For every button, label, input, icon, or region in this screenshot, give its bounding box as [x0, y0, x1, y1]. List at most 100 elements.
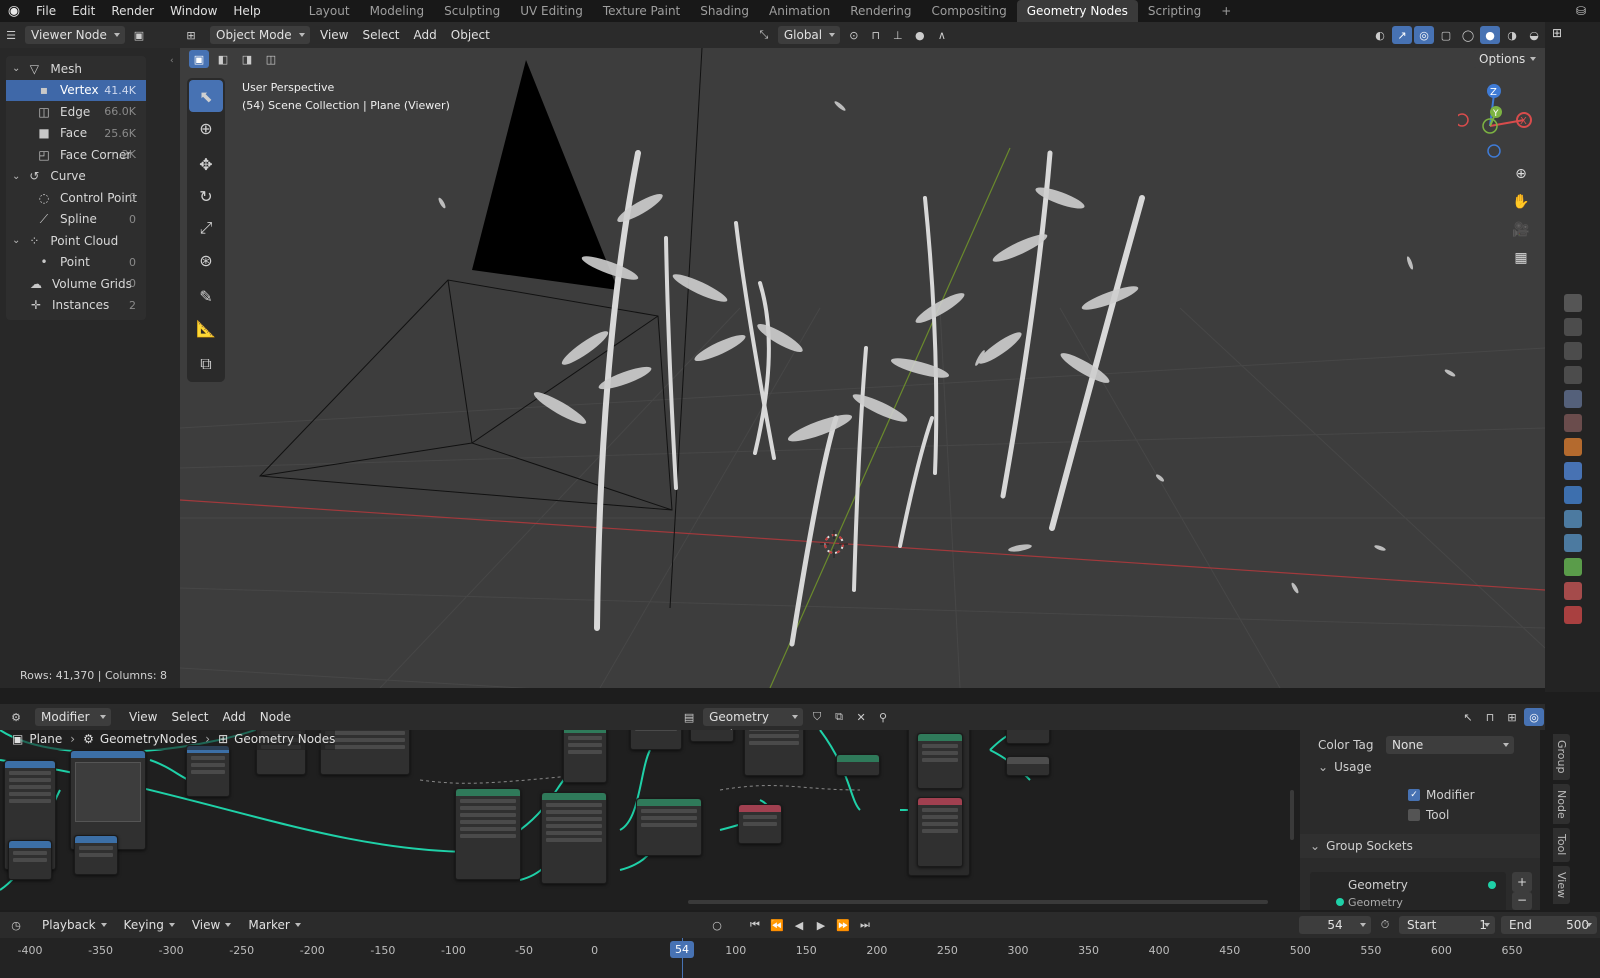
3d-viewport[interactable]: User Perspective (54) Scene Collection |…	[180, 48, 1545, 688]
node-viewer[interactable]	[1006, 730, 1050, 744]
fake-user-icon[interactable]: ⛉	[807, 708, 827, 726]
tab-scripting[interactable]: Scripting	[1138, 0, 1211, 22]
node-random-number-1[interactable]	[455, 788, 521, 880]
jump-keyframe-forward-icon[interactable]: ⏩	[833, 916, 853, 934]
jump-end-icon[interactable]: ⏭	[855, 916, 875, 934]
move-tool-icon[interactable]: ✥	[189, 148, 223, 180]
data-set-curve[interactable]: ⌄ ↺ Curve	[6, 166, 146, 188]
node-group-output[interactable]	[1006, 756, 1050, 776]
rotate-tool-icon[interactable]: ↻	[189, 180, 223, 212]
socket-item[interactable]: Geometry	[1310, 896, 1506, 909]
viewport-editor-type-icon[interactable]: ⊞	[181, 26, 201, 44]
node-leaf-number[interactable]	[636, 798, 702, 856]
node-join-geometry[interactable]	[836, 754, 880, 776]
wireframe-shading-icon[interactable]: ◯	[1458, 26, 1478, 44]
modifier-properties-icon[interactable]	[1563, 462, 1582, 480]
visibility-icon[interactable]: ◐	[1370, 26, 1390, 44]
menu-file[interactable]: File	[28, 0, 64, 22]
select-subtract-icon[interactable]: ◨	[237, 50, 257, 68]
falloff-icon[interactable]: ∧	[932, 26, 952, 44]
node-overlay-icon[interactable]: ◎	[1524, 708, 1544, 726]
select-invert-icon[interactable]: ◫	[261, 50, 281, 68]
menu-view[interactable]: View	[313, 28, 355, 42]
tool-properties-icon[interactable]	[1563, 294, 1582, 312]
annotate-tool-icon[interactable]: ✎	[189, 280, 223, 312]
texture-properties-icon[interactable]	[1563, 606, 1582, 624]
menu-edit[interactable]: Edit	[64, 0, 103, 22]
scene-properties-icon[interactable]	[1563, 390, 1582, 408]
node-tree-browse-icon[interactable]: ▤	[679, 708, 699, 726]
vertical-scrollbar[interactable]	[1290, 790, 1294, 840]
select-new-icon[interactable]: ▣	[189, 50, 209, 68]
menu-marker[interactable]: Marker	[242, 916, 305, 934]
node-tree-name-field[interactable]: Geometry Nodes	[703, 708, 804, 742]
tab-sculpting[interactable]: Sculpting	[434, 0, 510, 22]
data-set-mesh[interactable]: ⌄ ▽ Mesh	[6, 58, 146, 80]
pin-icon[interactable]: ⚲	[873, 708, 893, 726]
menu-keying[interactable]: Keying	[118, 916, 180, 934]
tab-animation[interactable]: Animation	[759, 0, 840, 22]
socket-item[interactable]: Geometry	[1310, 874, 1506, 896]
tab-modeling[interactable]: Modeling	[360, 0, 435, 22]
object-mode-dropdown[interactable]: Object Mode	[210, 26, 310, 44]
node-multiply[interactable]	[186, 745, 230, 797]
node-multiply-2[interactable]	[74, 835, 118, 875]
expand-chevron-icon[interactable]: ⌄	[12, 63, 20, 74]
snap-icon[interactable]: ⊓	[866, 26, 886, 44]
add-cube-tool-icon[interactable]: ⧉	[189, 348, 223, 380]
xray-icon[interactable]: ▢	[1436, 26, 1456, 44]
data-properties-icon[interactable]	[1563, 558, 1582, 576]
data-set-volume-grids[interactable]: ☁ Volume Grids 0	[6, 273, 146, 295]
constraints-properties-icon[interactable]	[1563, 534, 1582, 552]
timeline-ruler[interactable]: -400 -350 -300 -250 -200 -150 -100 -50 0 100 150 20…	[0, 938, 1600, 978]
jump-start-icon[interactable]: ⏮	[745, 916, 765, 934]
duplicate-tree-icon[interactable]: ⧉	[829, 708, 849, 726]
orientation-dropdown[interactable]: Global	[777, 26, 840, 44]
overlay-toggle-icon[interactable]: ◎	[1414, 26, 1434, 44]
unlink-tree-icon[interactable]: ✕	[851, 708, 871, 726]
group-sockets-header[interactable]: ⌄ Group Sockets	[1300, 834, 1540, 858]
node-random-number-2[interactable]	[541, 792, 607, 884]
jump-keyframe-back-icon[interactable]: ⏪	[767, 916, 787, 934]
node-editor-canvas[interactable]: ▣ Plane › ⚙ GeometryNodes › ⊞ Geometry N…	[0, 730, 1300, 910]
playhead[interactable]: 54	[670, 941, 694, 958]
scale-tool-icon[interactable]: ⤢	[189, 212, 223, 244]
node-set-material[interactable]	[744, 730, 804, 776]
data-set-control-point[interactable]: ◌ Control Point 0	[6, 187, 146, 209]
node-object-info[interactable]	[917, 797, 963, 867]
menu-node[interactable]: Node	[253, 710, 298, 724]
sidebar-tab-group[interactable]: Group	[1553, 734, 1570, 780]
node-random-value-3[interactable]	[738, 804, 782, 844]
measure-tool-icon[interactable]: 📐	[189, 312, 223, 344]
editor-type-icon[interactable]: ☰	[1, 26, 21, 44]
color-tag-dropdown[interactable]: None	[1386, 736, 1514, 754]
start-frame-field[interactable]: Start 1	[1399, 916, 1495, 934]
properties-editor-type-icon[interactable]: ⊞	[1552, 26, 1562, 40]
tab-shading[interactable]: Shading	[690, 0, 759, 22]
menu-select[interactable]: Select	[164, 710, 215, 724]
node-set-position[interactable]	[630, 730, 682, 750]
options-dropdown[interactable]: Options	[1473, 50, 1541, 68]
tab-layout[interactable]: Layout	[299, 0, 360, 22]
object-properties-icon[interactable]	[1563, 438, 1582, 456]
menu-view[interactable]: View	[122, 710, 164, 724]
node-store-attribute-1[interactable]	[563, 730, 607, 783]
add-workspace-button[interactable]: +	[1211, 0, 1241, 22]
breadcrumb-object[interactable]: Plane	[29, 732, 62, 746]
menu-object[interactable]: Object	[444, 28, 497, 42]
transform-tool-icon[interactable]: ⊛	[189, 244, 223, 276]
play-icon[interactable]: ▶	[811, 916, 831, 934]
menu-add[interactable]: Add	[216, 710, 253, 724]
data-set-point-cloud[interactable]: ⌄ ⁘ Point Cloud	[6, 230, 146, 252]
menu-add[interactable]: Add	[407, 28, 444, 42]
menu-select[interactable]: Select	[355, 28, 406, 42]
cursor-tool-icon[interactable]: ⊕	[189, 112, 223, 144]
tab-texture-paint[interactable]: Texture Paint	[593, 0, 690, 22]
gizmo-toggle-icon[interactable]: ↗	[1392, 26, 1412, 44]
ortho-grid-icon[interactable]: ▦	[1507, 244, 1535, 272]
collapse-arrow-icon[interactable]: ‹	[170, 56, 180, 72]
pivot-point-icon[interactable]: ⊙	[844, 26, 864, 44]
play-reverse-icon[interactable]: ◀	[789, 916, 809, 934]
object-evaluation-icon[interactable]: ▣	[129, 26, 149, 44]
modifier-checkbox-row[interactable]: ✓ Modifier	[1300, 784, 1540, 806]
